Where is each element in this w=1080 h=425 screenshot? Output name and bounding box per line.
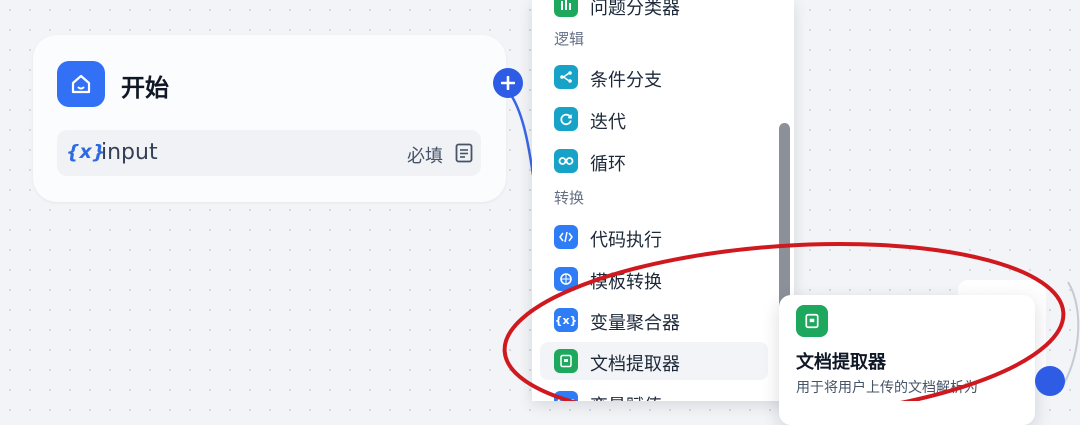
- iteration-icon: [554, 107, 578, 131]
- menu-item-label: 模板转换: [590, 272, 662, 293]
- variable-assigner-icon: {x}: [554, 391, 578, 401]
- node-handle-button[interactable]: [1035, 366, 1065, 396]
- tooltip-description: 用于将用户上传的文档解析为: [796, 380, 978, 396]
- menu-item-document-extractor[interactable]: 文档提取器: [540, 342, 768, 380]
- menu-item-label: 问题分类器: [590, 0, 680, 19]
- menu-scrollbar[interactable]: [779, 123, 790, 323]
- menu-item-label: 文档提取器: [590, 354, 680, 375]
- menu-item-label: 变量赋值: [590, 392, 662, 401]
- plus-icon: [501, 76, 515, 90]
- menu-item-loop[interactable]: 循环: [540, 142, 768, 180]
- tooltip-title: 文档提取器: [796, 352, 886, 373]
- document-extractor-icon: [796, 305, 828, 337]
- menu-item-variable-aggregator[interactable]: {x} 变量聚合器: [540, 301, 768, 339]
- group-label-logic: 逻辑: [554, 30, 585, 48]
- menu-item-label: 代码执行: [590, 230, 662, 251]
- menu-item-label: 迭代: [590, 112, 626, 133]
- branch-icon: [554, 65, 578, 89]
- variable-aggregator-icon: {x}: [554, 308, 578, 332]
- code-icon: [554, 225, 578, 249]
- node-tooltip: 文档提取器 用于将用户上传的文档解析为: [779, 295, 1035, 425]
- template-icon: [554, 267, 578, 291]
- document-extractor-icon: [554, 349, 578, 373]
- question-classifier-icon: [554, 0, 578, 17]
- menu-item-iteration[interactable]: 迭代: [540, 100, 768, 138]
- menu-item-code[interactable]: 代码执行: [540, 218, 768, 256]
- menu-item-label: 条件分支: [590, 70, 662, 91]
- menu-item-question-classifier[interactable]: 问题分类器: [540, 0, 768, 24]
- menu-item-variable-assigner[interactable]: {x} 变量赋值: [540, 384, 768, 401]
- menu-item-label: 变量聚合器: [590, 313, 680, 334]
- group-label-transform: 转换: [554, 189, 585, 207]
- add-node-button[interactable]: [493, 68, 523, 98]
- menu-item-if-else[interactable]: 条件分支: [540, 58, 768, 96]
- menu-item-label: 循环: [590, 154, 626, 175]
- loop-icon: [554, 149, 578, 173]
- menu-item-template-transform[interactable]: 模板转换: [540, 260, 768, 298]
- node-selector-menu[interactable]: 问题分类器 逻辑 条件分支 迭代 循环 转换 代码执行 模板转换 {x} 变量聚…: [532, 0, 794, 401]
